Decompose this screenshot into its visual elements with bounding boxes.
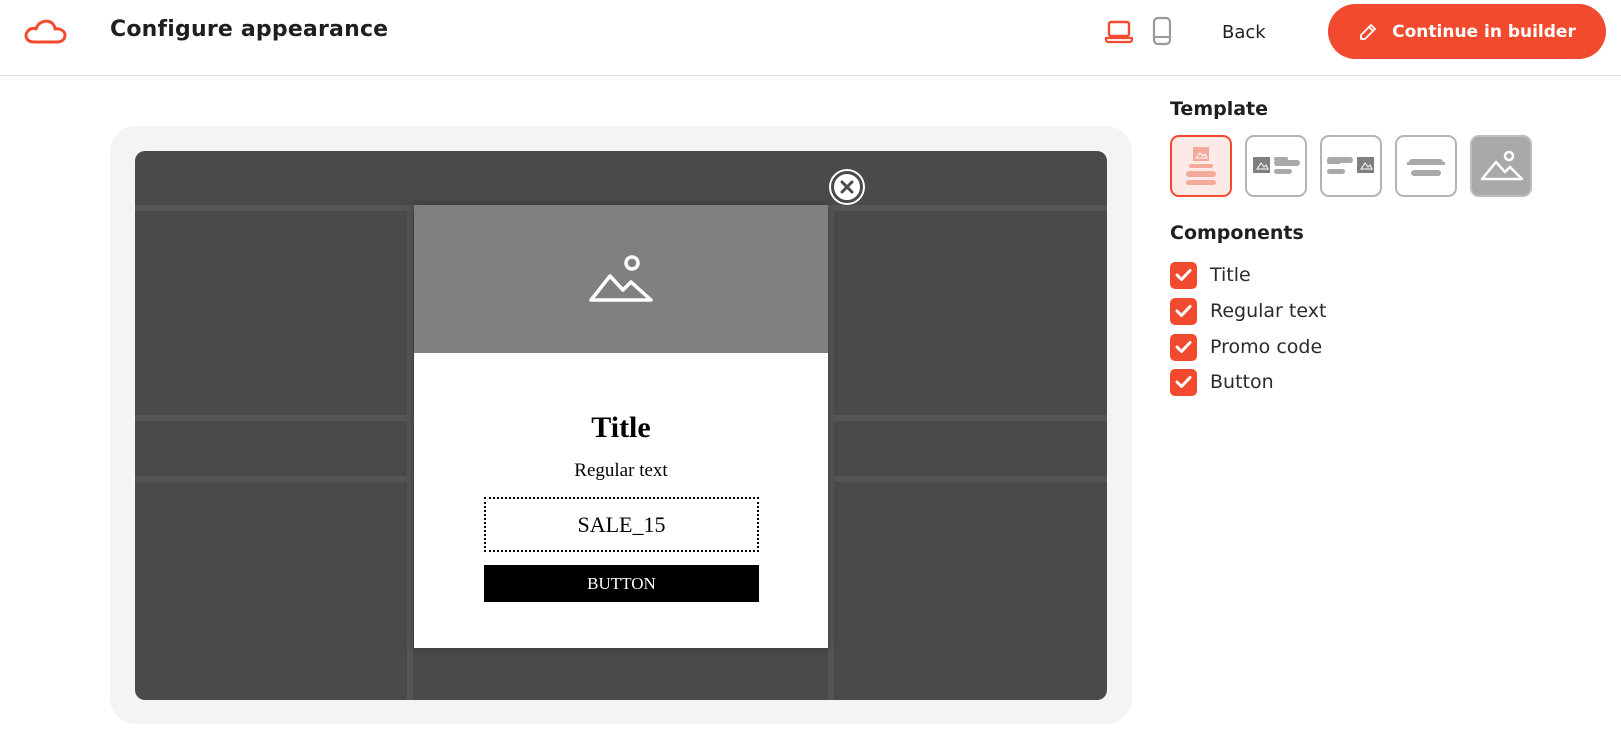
popup-promo-code: SALE_15: [484, 497, 759, 552]
close-icon: [840, 180, 854, 194]
template-option-image-left[interactable]: [1245, 135, 1307, 197]
checkmark-icon: [1175, 305, 1192, 317]
popup-image-placeholder: [414, 205, 828, 353]
checkmark-icon: [1175, 341, 1192, 353]
checkbox[interactable]: [1170, 368, 1197, 396]
component-label: Regular text: [1210, 300, 1327, 322]
template-option-image-top[interactable]: [1170, 135, 1232, 197]
popup-cta-button: BUTTON: [484, 565, 759, 602]
template-image-right-icon: [1327, 157, 1374, 174]
laptop-icon[interactable]: [1104, 18, 1134, 44]
template-image-top-icon: [1186, 147, 1216, 185]
checkbox[interactable]: [1170, 333, 1197, 361]
template-image-left-icon: [1253, 157, 1300, 174]
checkbox[interactable]: [1170, 261, 1197, 289]
component-label: Title: [1210, 264, 1251, 286]
template-text-only-icon: [1407, 159, 1445, 176]
popup-close-button[interactable]: [831, 171, 863, 203]
component-toggle-regular-text[interactable]: Regular text: [1170, 297, 1326, 325]
template-image-only-icon: [1480, 150, 1524, 181]
components-section-label: Components: [1170, 222, 1304, 244]
component-label: Button: [1210, 371, 1274, 393]
background-grid-line: [407, 211, 413, 700]
template-option-image-right[interactable]: [1320, 135, 1382, 197]
popup-regular-text: Regular text: [574, 460, 668, 481]
template-section-label: Template: [1170, 98, 1269, 120]
image-placeholder-icon: [589, 255, 653, 302]
back-button[interactable]: Back: [1210, 18, 1278, 46]
component-toggle-promo-code[interactable]: Promo code: [1170, 333, 1322, 361]
component-label: Promo code: [1210, 336, 1323, 358]
pencil-icon: [1360, 23, 1377, 40]
template-option-text-only[interactable]: [1395, 135, 1457, 197]
template-option-image-only[interactable]: [1470, 135, 1532, 197]
top-header: Configure appearance Back Continue in bu…: [0, 0, 1621, 76]
continue-in-builder-button[interactable]: Continue in builder: [1328, 4, 1606, 59]
component-toggle-title[interactable]: Title: [1170, 261, 1251, 289]
popup-preview: Title Regular text SALE_15 BUTTON: [414, 205, 828, 648]
mobile-icon[interactable]: [1151, 16, 1173, 46]
page-title: Configure appearance: [110, 17, 389, 42]
checkmark-icon: [1175, 376, 1192, 388]
checkmark-icon: [1175, 269, 1192, 281]
background-grid-line: [828, 211, 834, 700]
checkbox[interactable]: [1170, 297, 1197, 325]
component-toggle-button[interactable]: Button: [1170, 368, 1274, 396]
popup-title: Title: [591, 411, 651, 444]
cloud-logo-icon[interactable]: [20, 16, 68, 46]
continue-button-label: Continue in builder: [1392, 21, 1576, 42]
